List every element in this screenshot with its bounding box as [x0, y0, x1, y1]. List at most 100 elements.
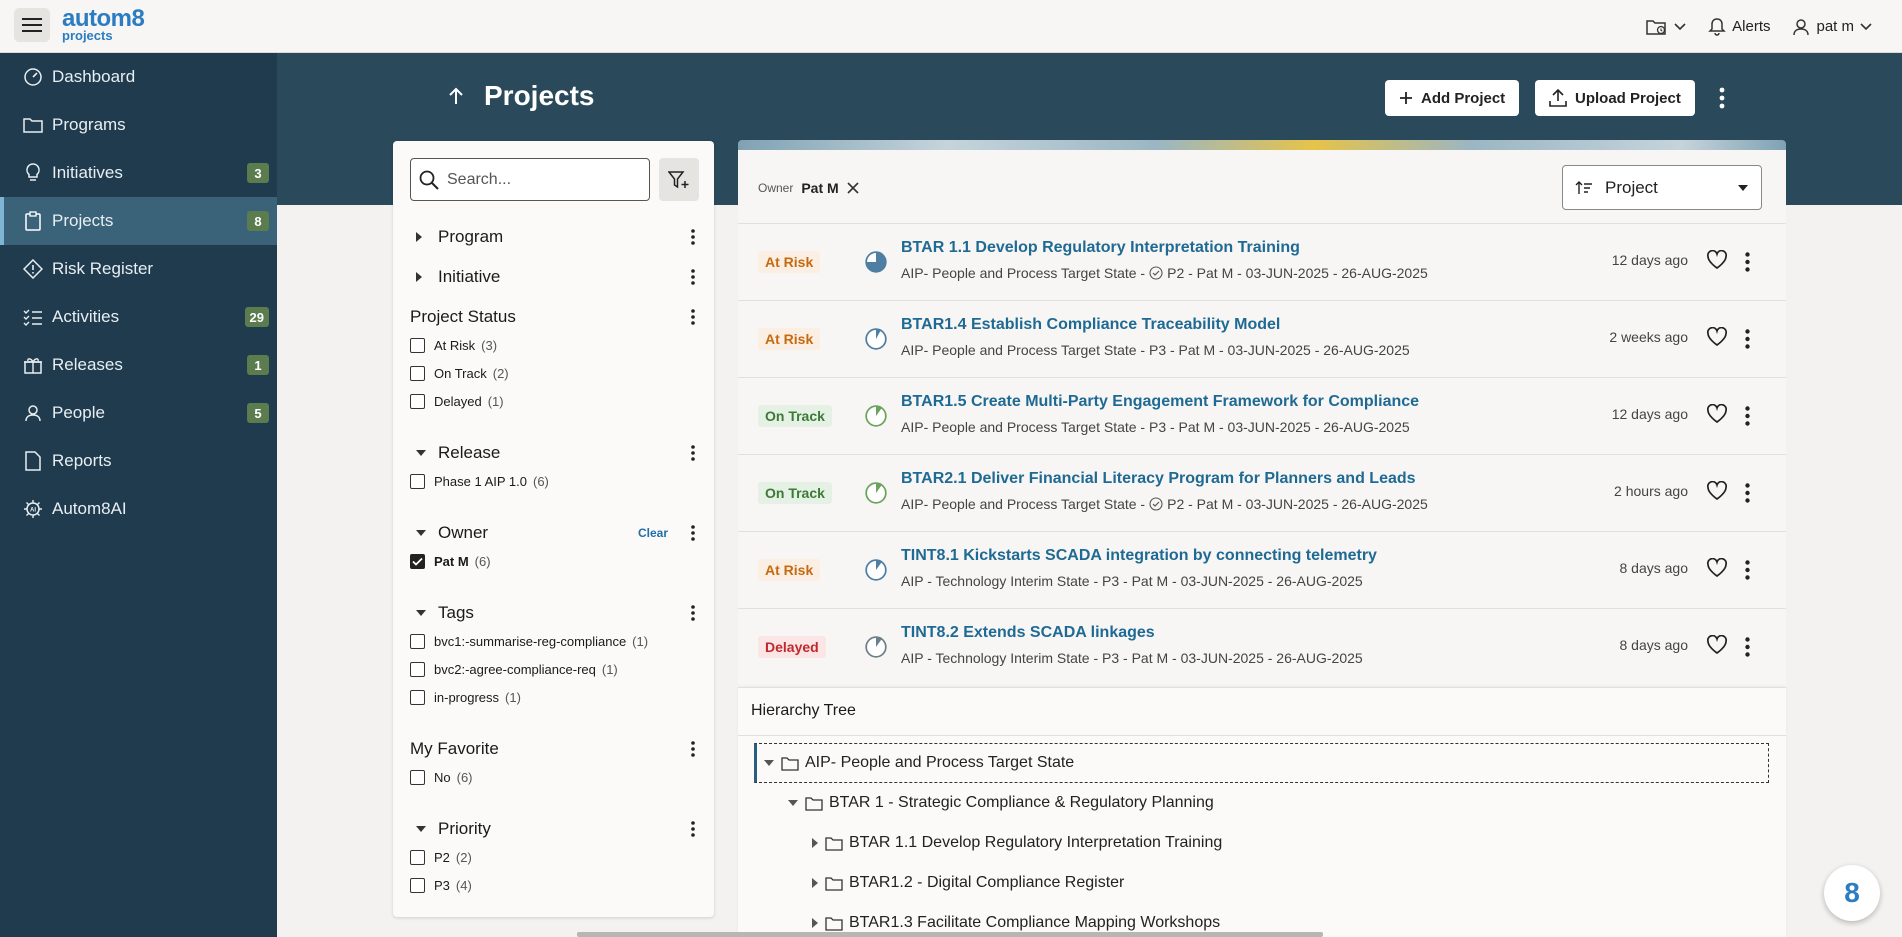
tree-node[interactable]: AIP- People and Process Target State — [754, 743, 1769, 783]
more-options-icon[interactable] — [1712, 84, 1732, 112]
option-count: (6) — [456, 769, 473, 785]
filter-owner-header[interactable]: Owner Clear — [410, 519, 700, 547]
project-row[interactable]: Delayed TINT8.2 Extends SCADA linkages A… — [738, 608, 1786, 685]
project-title-link[interactable]: TINT8.1 Kickstarts SCADA integration by … — [901, 547, 1377, 565]
checkbox[interactable] — [410, 689, 425, 705]
filter-option[interactable]: in-progress (1) — [410, 683, 700, 711]
favorite-heart-icon[interactable] — [1706, 481, 1728, 501]
favorite-heart-icon[interactable] — [1706, 635, 1728, 655]
alerts-button[interactable]: Alerts — [1708, 17, 1770, 36]
checkbox[interactable] — [410, 877, 425, 893]
more-options-icon[interactable] — [686, 738, 700, 760]
close-icon[interactable] — [847, 182, 859, 194]
checkbox[interactable] — [410, 633, 425, 649]
filter-option[interactable]: Delayed (1) — [410, 387, 700, 415]
more-options-icon[interactable] — [1740, 635, 1754, 659]
checkbox-checked[interactable] — [410, 553, 425, 569]
more-options-icon[interactable] — [686, 266, 700, 288]
project-row[interactable]: On Track BTAR2.1 Deliver Financial Liter… — [738, 454, 1786, 531]
more-options-icon[interactable] — [1740, 327, 1754, 351]
more-options-icon[interactable] — [686, 522, 700, 544]
add-filter-button[interactable] — [659, 158, 699, 201]
horizontal-scrollbar[interactable] — [577, 932, 1323, 937]
checkbox[interactable] — [410, 661, 425, 677]
status-badge: At Risk — [758, 328, 821, 350]
more-options-icon[interactable] — [1740, 558, 1754, 582]
assistant-button[interactable]: 8 — [1824, 865, 1880, 921]
favorite-heart-icon[interactable] — [1706, 558, 1728, 578]
sidebar-item-programs[interactable]: Programs — [0, 101, 277, 149]
tree-node[interactable]: BTAR 1 - Strategic Compliance & Regulato… — [778, 783, 1214, 823]
favorite-heart-icon[interactable] — [1706, 327, 1728, 347]
more-options-icon[interactable] — [1740, 404, 1754, 428]
filter-release-header[interactable]: Release — [410, 439, 700, 467]
project-title-link[interactable]: BTAR1.5 Create Multi-Party Engagement Fr… — [901, 393, 1419, 411]
filter-option[interactable]: Phase 1 AIP 1.0 (6) — [410, 467, 700, 495]
tree-node[interactable]: BTAR1.2 - Digital Compliance Register — [802, 863, 1124, 903]
caret-down-icon[interactable] — [763, 759, 775, 767]
filter-option[interactable]: bvc1:-summarise-reg-compliance (1) — [410, 627, 700, 655]
checkbox[interactable] — [410, 337, 425, 353]
filter-option[interactable]: Pat M (6) — [410, 547, 700, 575]
sidebar-item-reports[interactable]: Reports — [0, 437, 277, 485]
user-menu[interactable]: pat m — [1792, 18, 1872, 36]
upload-project-button[interactable]: Upload Project — [1535, 80, 1695, 116]
filter-option[interactable]: At Risk (3) — [410, 331, 700, 359]
more-options-icon[interactable] — [686, 306, 700, 328]
project-subtitle: AIP- People and Process Target State - P… — [901, 342, 1410, 358]
caret-right-icon[interactable] — [811, 917, 819, 929]
sidebar-item-activities[interactable]: Activities 29 — [0, 293, 277, 341]
project-title-link[interactable]: TINT8.2 Extends SCADA linkages — [901, 624, 1155, 642]
checkbox[interactable] — [410, 769, 425, 785]
project-row[interactable]: On Track BTAR1.5 Create Multi-Party Enga… — [738, 377, 1786, 454]
filter-program-header[interactable]: Program — [410, 223, 700, 251]
tree-node[interactable]: BTAR 1.1 Develop Regulatory Interpretati… — [802, 823, 1222, 863]
sidebar-item-people[interactable]: People 5 — [0, 389, 277, 437]
project-row[interactable]: At Risk BTAR 1.1 Develop Regulatory Inte… — [738, 223, 1786, 300]
filter-program: Program — [410, 223, 700, 251]
sidebar-item-risk-register[interactable]: Risk Register — [0, 245, 277, 293]
project-title-link[interactable]: BTAR2.1 Deliver Financial Literacy Progr… — [901, 470, 1416, 488]
sort-select[interactable]: Project — [1562, 165, 1762, 210]
filter-priority-header[interactable]: Priority — [410, 815, 700, 843]
project-title-link[interactable]: BTAR 1.1 Develop Regulatory Interpretati… — [901, 239, 1300, 257]
filter-initiative-header[interactable]: Initiative — [410, 263, 700, 291]
checkbox[interactable] — [410, 849, 425, 865]
sidebar-item-projects[interactable]: Projects 8 — [0, 197, 277, 245]
clear-filter-link[interactable]: Clear — [638, 526, 668, 540]
project-row[interactable]: At Risk TINT8.1 Kickstarts SCADA integra… — [738, 531, 1786, 608]
filter-option[interactable]: P3 (4) — [410, 871, 700, 899]
more-options-icon[interactable] — [686, 602, 700, 624]
checkbox[interactable] — [410, 365, 425, 381]
sidebar-item-releases[interactable]: Releases 1 — [0, 341, 277, 389]
filter-option[interactable]: No (6) — [410, 763, 700, 791]
more-options-icon[interactable] — [1740, 250, 1754, 274]
checkbox[interactable] — [410, 393, 425, 409]
sidebar-item-autom8ai[interactable]: AI Autom8AI — [0, 485, 277, 533]
favorite-heart-icon[interactable] — [1706, 404, 1728, 424]
caret-right-icon[interactable] — [811, 837, 819, 849]
more-options-icon[interactable] — [686, 818, 700, 840]
sidebar-item-dashboard[interactable]: Dashboard — [0, 53, 277, 101]
search-input[interactable] — [447, 170, 627, 189]
app-logo[interactable]: autom8 projects — [62, 7, 145, 43]
workspace-switcher[interactable] — [1646, 18, 1686, 36]
caret-down-icon[interactable] — [787, 799, 799, 807]
filter-option[interactable]: On Track (2) — [410, 359, 700, 387]
project-title-link[interactable]: BTAR1.4 Establish Compliance Traceabilit… — [901, 316, 1280, 334]
more-options-icon[interactable] — [686, 442, 700, 464]
filter-option[interactable]: P2 (2) — [410, 843, 700, 871]
more-options-icon[interactable] — [686, 226, 700, 248]
add-project-button[interactable]: Add Project — [1385, 80, 1520, 116]
checkbox[interactable] — [410, 473, 425, 489]
caret-right-icon[interactable] — [811, 877, 819, 889]
arrow-up-icon[interactable] — [448, 87, 464, 105]
project-meta: AIP- People and Process Target State - — [901, 265, 1146, 281]
favorite-heart-icon[interactable] — [1706, 250, 1728, 270]
filter-tags-header[interactable]: Tags — [410, 599, 700, 627]
sidebar-item-initiatives[interactable]: Initiatives 3 — [0, 149, 277, 197]
more-options-icon[interactable] — [1740, 481, 1754, 505]
project-row[interactable]: At Risk BTAR1.4 Establish Compliance Tra… — [738, 300, 1786, 377]
menu-icon[interactable] — [14, 8, 50, 42]
filter-option[interactable]: bvc2:-agree-compliance-req (1) — [410, 655, 700, 683]
